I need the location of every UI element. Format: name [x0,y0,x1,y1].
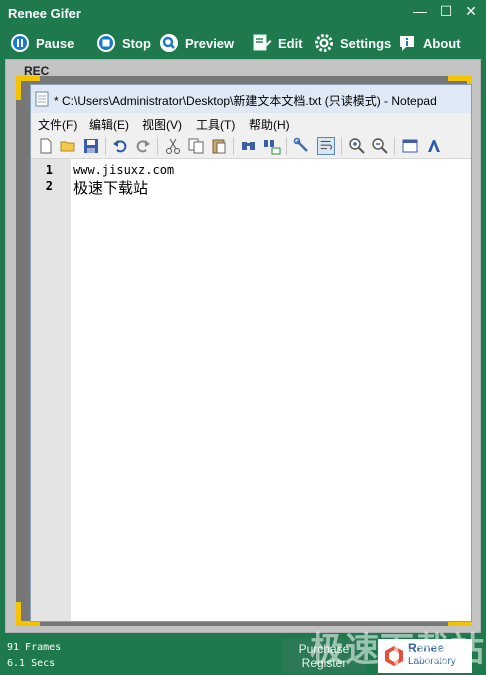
open-folder-icon[interactable] [59,137,77,155]
line-number: 2 [45,179,53,193]
menu-tools[interactable]: 工具(T) [196,116,235,133]
gear-icon [315,34,333,52]
preview-label: Preview [185,35,235,51]
minimize-button[interactable]: — [408,1,432,21]
settings-label: Settings [340,35,392,51]
redo-icon[interactable] [134,137,152,155]
editor-line[interactable]: 极速下载站 [73,177,148,198]
pause-icon [11,34,29,52]
cut-icon[interactable] [164,137,182,155]
pause-label: Pause [36,35,75,51]
word-wrap-icon[interactable] [317,137,335,155]
editor-line[interactable]: www.jisuxz.com [73,163,174,177]
toolbar-separator [105,137,106,155]
about-button[interactable]: About [397,32,461,54]
font-icon[interactable] [425,137,443,155]
stop-button[interactable]: Stop [96,32,151,54]
line-number-gutter [31,159,71,621]
menu-file[interactable]: 文件(F) [38,116,77,133]
notepad-toolbar [31,133,471,159]
notepad-window: * C:\Users\Administrator\Desktop\新建文本文档.… [30,84,472,622]
info-icon [400,36,414,51]
app-title: Renee Gifer [8,6,81,21]
wrench-icon[interactable] [293,137,311,155]
title-bar: Renee Gifer — ☐ ✕ [0,0,486,27]
capture-stage: REC * C:\Users\Administrator\Desktop\新建文… [5,59,481,633]
save-icon[interactable] [82,137,100,155]
paste-icon[interactable] [210,137,228,155]
magnifier-icon [160,34,178,52]
undo-icon[interactable] [111,137,129,155]
find-icon[interactable] [240,137,258,155]
main-toolbar: Pause Stop Preview Edit Settings About [0,27,486,59]
stop-icon [97,34,115,52]
toolbar-separator [394,137,395,155]
notepad-title: * C:\Users\Administrator\Desktop\新建文本文档.… [54,94,437,108]
maximize-button[interactable]: ☐ [434,1,458,21]
duration: 6.1 Secs [7,658,56,669]
copy-icon[interactable] [187,137,205,155]
edit-icon [253,34,272,51]
notepad-icon [35,91,49,107]
preview-button[interactable]: Preview [159,32,234,54]
zoom-in-icon[interactable] [348,137,366,155]
line-number: 1 [45,163,53,177]
toolbar-separator [157,137,158,155]
menu-help[interactable]: 帮助(H) [249,116,290,133]
watermark-text: 极速下载站 [310,630,485,670]
menu-edit[interactable]: 编辑(E) [89,116,129,133]
about-label: About [423,35,461,51]
toolbar-separator [341,137,342,155]
frame-count: 91 Frames [7,642,62,653]
notepad-title-bar: * C:\Users\Administrator\Desktop\新建文本文档.… [31,85,471,113]
close-button[interactable]: ✕ [459,1,483,21]
new-file-icon[interactable] [37,137,55,155]
toolbar-separator [286,137,287,155]
settings-button[interactable]: Settings [314,32,391,54]
zoom-out-icon[interactable] [371,137,389,155]
edit-label: Edit [278,35,303,51]
notepad-editor[interactable]: 1 www.jisuxz.com 2 极速下载站 [31,159,471,621]
stop-label: Stop [122,35,151,51]
view-icon[interactable] [401,137,419,155]
notepad-menubar: 文件(F) 编辑(E) 视图(V) 工具(T) 帮助(H) [31,113,471,133]
edit-button[interactable]: Edit [252,32,303,54]
replace-icon[interactable] [263,137,281,155]
pause-button[interactable]: Pause [10,32,74,54]
toolbar-separator [233,137,234,155]
menu-view[interactable]: 视图(V) [142,116,182,133]
